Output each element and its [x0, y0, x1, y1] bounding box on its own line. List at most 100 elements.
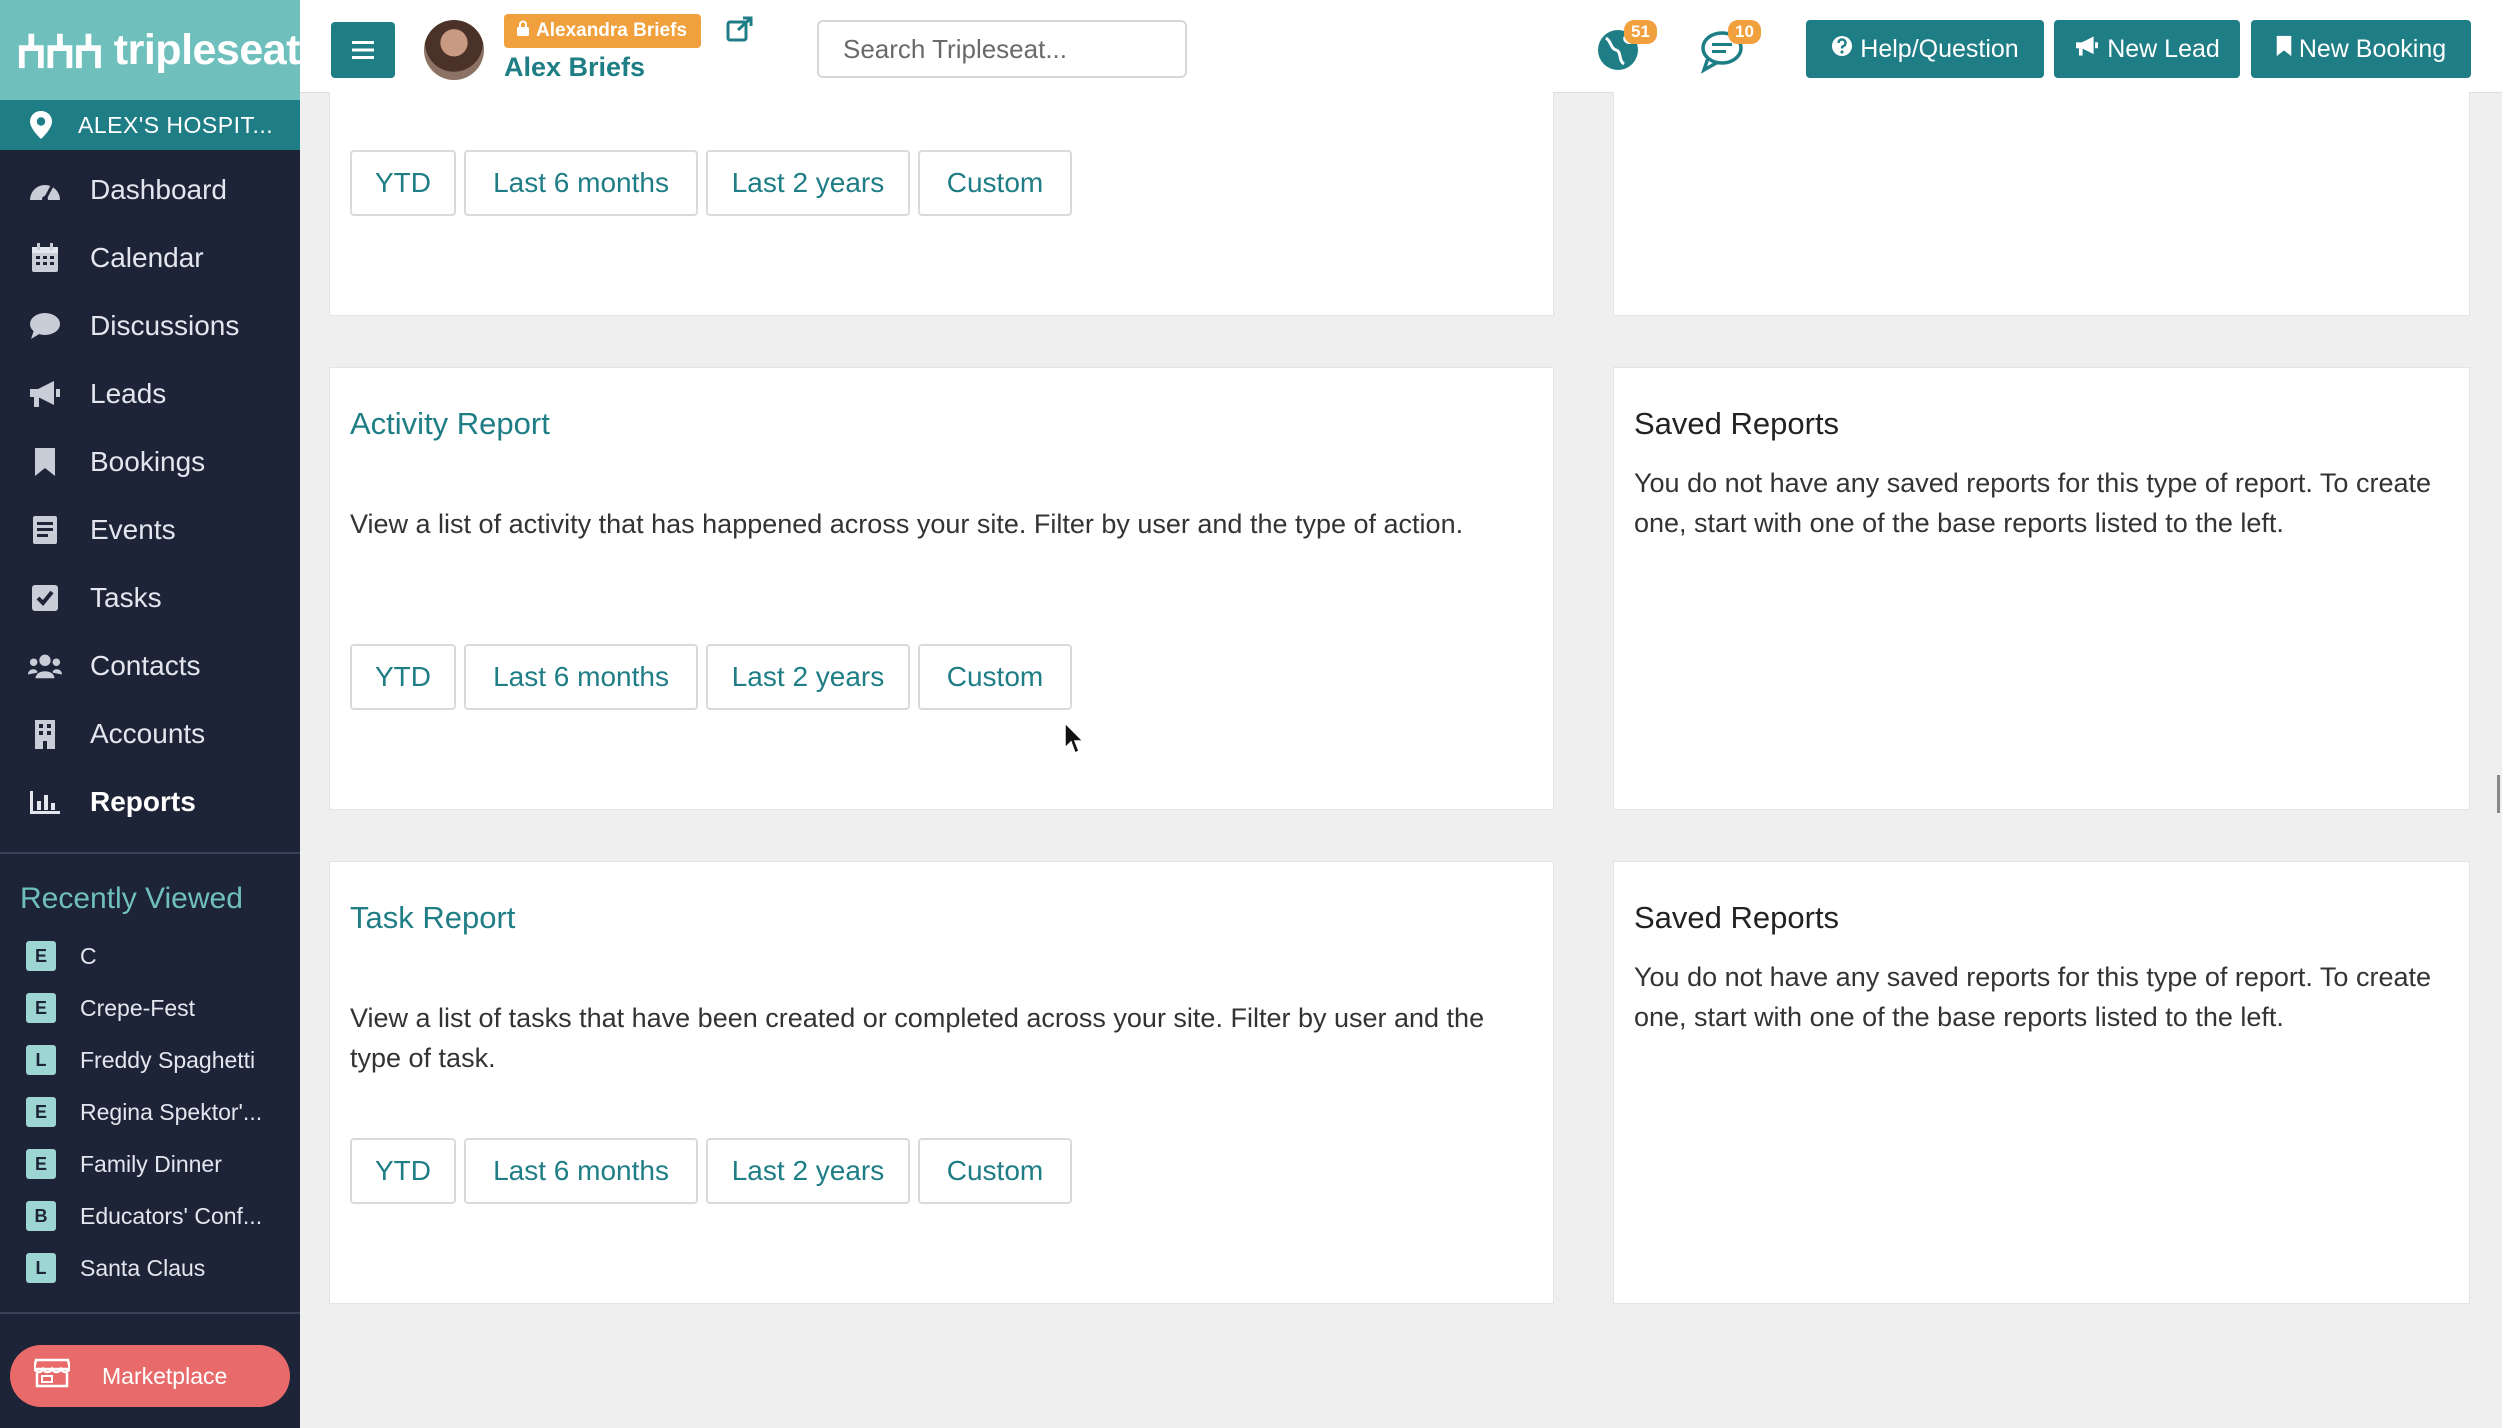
venue-name: ALEX'S HOSPIT...	[78, 111, 274, 138]
search-input[interactable]	[817, 20, 1187, 78]
custom-button[interactable]: Custom	[918, 644, 1072, 710]
sidebar-item-label: Bookings	[90, 446, 206, 477]
custom-button[interactable]: Custom	[918, 150, 1072, 216]
main-nav: Dashboard Calendar Discussions Leads Boo…	[0, 156, 300, 836]
logo-text: tripleseat	[113, 25, 301, 74]
report-description: View a list of activity that has happene…	[350, 509, 1464, 539]
date-range-buttons: YTD Last 6 months Last 2 years Custom	[350, 644, 1072, 710]
report-card: Task Report View a list of tasks that ha…	[329, 861, 1554, 1304]
sidebar-item-label: Reports	[90, 786, 196, 817]
user-lock-icon	[516, 20, 530, 42]
calendar-icon	[28, 241, 62, 275]
list-item-label: Freddy Spaghetti	[80, 1046, 256, 1073]
saved-reports-title: Saved Reports	[1634, 406, 1840, 441]
sidebar-item-reports[interactable]: Reports	[0, 768, 300, 836]
logo-mark-icon	[18, 33, 101, 69]
storefront-icon	[32, 1358, 72, 1394]
last-2-years-button[interactable]: Last 2 years	[706, 1138, 910, 1204]
report-description: View a list of tasks that have been crea…	[350, 1003, 1485, 1073]
report-card: Activity Report View a list of activity …	[329, 367, 1554, 810]
sidebar-item-tasks[interactable]: Tasks	[0, 564, 300, 632]
custom-button[interactable]: Custom	[918, 1138, 1072, 1204]
saved-reports-card	[1613, 92, 2470, 316]
ytd-button[interactable]: YTD	[350, 150, 456, 216]
saved-reports-title: Saved Reports	[1634, 900, 1840, 935]
brand-logo[interactable]: tripleseat	[0, 0, 301, 100]
bookmark-icon	[28, 445, 62, 479]
marketplace-button[interactable]: Marketplace	[10, 1345, 290, 1407]
list-item-label: Educators' Conf...	[80, 1202, 263, 1229]
mouse-cursor-icon	[1064, 722, 1085, 755]
sidebar-item-label: Contacts	[90, 650, 201, 681]
notifications-button[interactable]: 51	[1596, 18, 1657, 78]
new-lead-label: New Lead	[2107, 34, 2220, 63]
last-6-months-button[interactable]: Last 6 months	[464, 644, 698, 710]
list-item-label: Santa Claus	[80, 1254, 206, 1281]
saved-reports-description: You do not have any saved reports for th…	[1634, 468, 2431, 538]
list-item[interactable]: L Freddy Spaghetti	[0, 1034, 300, 1086]
new-lead-button[interactable]: New Lead	[2054, 20, 2240, 78]
date-range-buttons: YTD Last 6 months Last 2 years Custom	[350, 1138, 1072, 1204]
last-2-years-button[interactable]: Last 2 years	[706, 644, 910, 710]
impersonation-name: Alexandra Briefs	[536, 20, 688, 41]
type-badge: E	[26, 941, 56, 971]
menu-toggle-button[interactable]	[331, 22, 395, 78]
bar-chart-icon	[28, 785, 62, 819]
dashboard-icon	[28, 173, 62, 207]
ytd-button[interactable]: YTD	[350, 644, 456, 710]
sidebar-item-discussions[interactable]: Discussions	[0, 292, 300, 360]
sidebar-item-calendar[interactable]: Calendar	[0, 224, 300, 292]
list-item[interactable]: L Santa Claus	[0, 1242, 300, 1294]
list-item[interactable]: EC	[0, 930, 300, 982]
list-item[interactable]: E Regina Spektor'...	[0, 1086, 300, 1138]
report-card: YTD Last 6 months Last 2 years Custom	[329, 92, 1554, 316]
top-bar: Alexandra Briefs Alex Briefs 51 10 Help/…	[300, 0, 2502, 93]
help-question-label: Help/Question	[1860, 34, 2019, 63]
notifications-count: 51	[1624, 20, 1657, 44]
sidebar-item-dashboard[interactable]: Dashboard	[0, 156, 300, 224]
document-icon	[28, 513, 62, 547]
saved-reports-card: Saved Reports You do not have any saved …	[1613, 861, 2470, 1304]
list-item[interactable]: B Educators' Conf...	[0, 1190, 300, 1242]
sidebar-item-contacts[interactable]: Contacts	[0, 632, 300, 700]
impersonation-badge: Alexandra Briefs	[504, 14, 702, 48]
list-item[interactable]: E Crepe-Fest	[0, 982, 300, 1034]
external-link-icon[interactable]	[726, 16, 754, 47]
building-icon	[28, 717, 62, 751]
sidebar-item-label: Tasks	[90, 582, 162, 613]
divider	[0, 1312, 300, 1314]
new-booking-button[interactable]: New Booking	[2251, 20, 2471, 78]
list-item[interactable]: E Family Dinner	[0, 1138, 300, 1190]
list-item-label: Family Dinner	[80, 1150, 222, 1177]
last-2-years-button[interactable]: Last 2 years	[706, 150, 910, 216]
saved-reports-description: You do not have any saved reports for th…	[1634, 962, 2431, 1032]
megaphone-icon	[28, 377, 62, 411]
venue-selector[interactable]: ALEX'S HOSPIT...	[0, 100, 300, 150]
date-range-buttons: YTD Last 6 months Last 2 years Custom	[350, 150, 1072, 216]
recently-viewed-title: Recently Viewed	[20, 882, 243, 915]
map-pin-icon	[30, 111, 52, 139]
sidebar-item-label: Dashboard	[90, 174, 227, 205]
messages-button[interactable]: 10	[1700, 18, 1761, 78]
last-6-months-button[interactable]: Last 6 months	[464, 1138, 698, 1204]
recently-viewed-list: EC E Crepe-Fest L Freddy Spaghetti E Regina…	[0, 930, 300, 1294]
scrollbar[interactable]	[2497, 775, 2500, 813]
user-name[interactable]: Alex Briefs	[504, 52, 645, 83]
type-badge: E	[26, 993, 56, 1023]
sidebar-item-bookings[interactable]: Bookings	[0, 428, 300, 496]
list-item-label: Crepe-Fest	[80, 994, 196, 1021]
avatar[interactable]	[424, 20, 484, 80]
last-6-months-button[interactable]: Last 6 months	[464, 150, 698, 216]
sidebar-item-accounts[interactable]: Accounts	[0, 700, 300, 768]
sidebar-item-leads[interactable]: Leads	[0, 360, 300, 428]
type-badge: E	[26, 1097, 56, 1127]
help-question-button[interactable]: Help/Question	[1806, 20, 2044, 78]
list-item-label: C	[80, 942, 97, 969]
list-item-label: Regina Spektor'...	[80, 1098, 263, 1125]
ytd-button[interactable]: YTD	[350, 1138, 456, 1204]
report-title-link[interactable]: Task Report	[350, 900, 515, 936]
checkbox-icon	[28, 581, 62, 615]
sidebar-item-events[interactable]: Events	[0, 496, 300, 564]
report-title-link[interactable]: Activity Report	[350, 406, 550, 442]
sidebar: tripleseat ALEX'S HOSPIT... Dashboard Ca…	[0, 0, 301, 1428]
